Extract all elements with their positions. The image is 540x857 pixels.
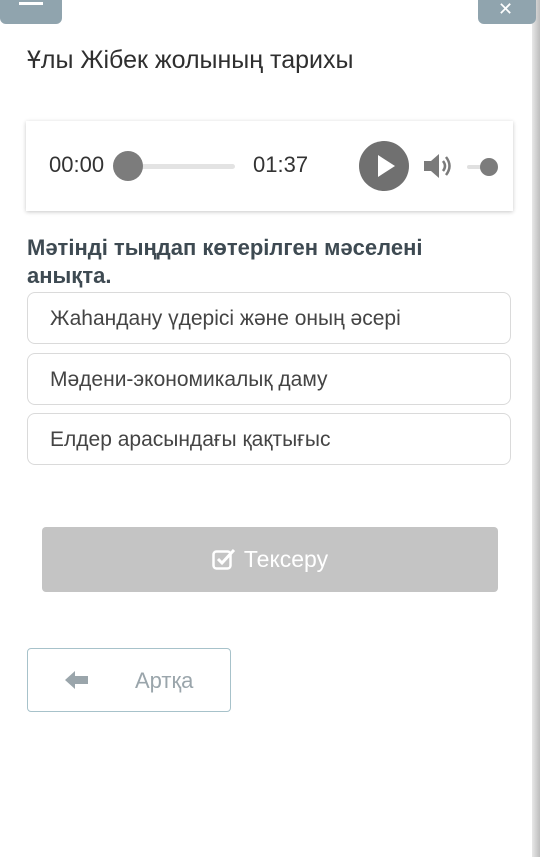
answer-option-2[interactable]: Мәдени-экономикалық даму (27, 353, 511, 405)
menu-icon (19, 2, 43, 5)
play-button[interactable] (359, 141, 409, 191)
check-button-label: Тексеру (243, 546, 329, 572)
answer-option-label: Жаһандану үдерісі және оның әсері (50, 307, 401, 330)
close-button[interactable]: ✕ (478, 0, 536, 24)
progress-thumb[interactable] (113, 151, 143, 181)
answer-option-1[interactable]: Жаһандану үдерісі және оның әсері (27, 292, 511, 344)
back-button[interactable]: Артқа (27, 648, 231, 712)
audio-player: 00:00 01:37 (26, 121, 513, 211)
page-title: Ұлы Жібек жолының тарихы (27, 46, 354, 74)
answer-option-label: Елдер арасындағы қақтығыс (50, 428, 331, 451)
volume-icon[interactable] (422, 150, 456, 182)
current-time: 00:00 (49, 152, 105, 177)
duration-time: 01:37 (253, 152, 309, 177)
check-button[interactable]: Тексеру (42, 527, 498, 592)
check-square-icon (212, 548, 235, 570)
answer-option-label: Мәдени-экономикалық даму (50, 368, 328, 391)
progress-track[interactable] (129, 164, 235, 169)
window-edge (532, 0, 540, 857)
question-prompt: Мәтінді тыңдап көтерілген мәселені анықт… (27, 235, 423, 288)
menu-button[interactable] (0, 0, 62, 24)
close-icon: ✕ (498, 0, 514, 19)
back-button-label: Артқа (135, 668, 194, 693)
volume-thumb[interactable] (480, 158, 498, 176)
answer-option-3[interactable]: Елдер арасындағы қақтығыс (27, 413, 511, 465)
arrow-left-icon (65, 671, 88, 689)
